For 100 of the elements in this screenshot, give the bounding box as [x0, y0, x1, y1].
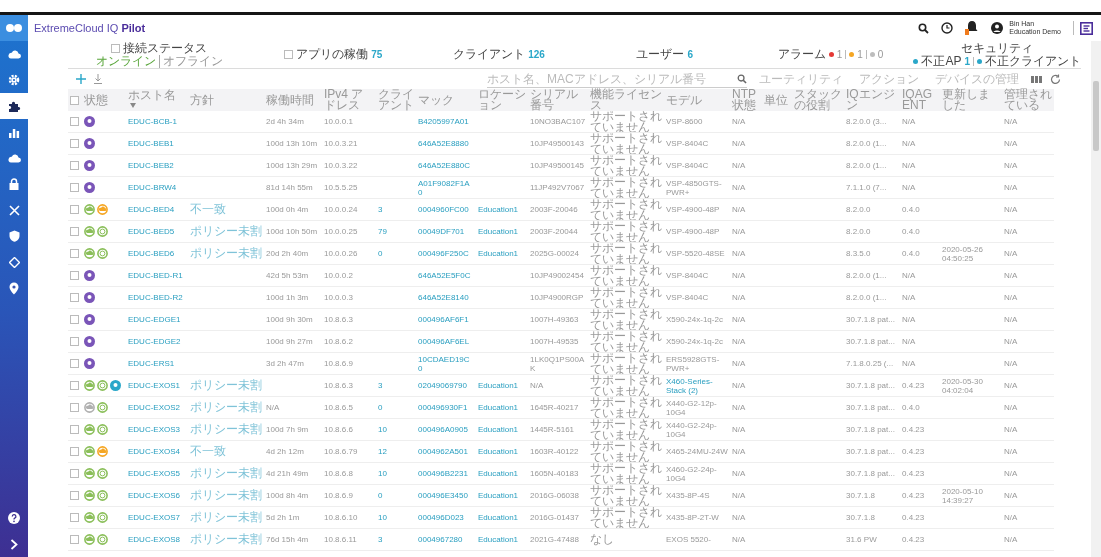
host-name-link[interactable]: EDUC-BRW4: [128, 183, 177, 192]
host-name-link[interactable]: EDUC-EXOS7: [128, 513, 180, 522]
row-checkbox[interactable]: [70, 315, 79, 325]
location-link[interactable]: Education1: [478, 447, 519, 456]
client-count-link[interactable]: 12: [378, 447, 387, 456]
row-checkbox[interactable]: [70, 447, 79, 457]
mac-address-link[interactable]: 02049069790: [418, 381, 467, 390]
client-count-link[interactable]: 3: [378, 381, 383, 390]
client-count-link[interactable]: 10: [378, 513, 387, 522]
column-header[interactable]: 方針: [190, 94, 214, 106]
column-header[interactable]: シリアル番号: [530, 89, 586, 111]
host-name-link[interactable]: EDUC-BED-R1: [128, 271, 183, 280]
host-name-link[interactable]: EDUC-EDGE1: [128, 315, 181, 324]
mac-address-link[interactable]: 00049DF701: [418, 227, 465, 236]
column-header[interactable]: スタックの役割: [794, 89, 842, 111]
mac-address-link[interactable]: 646A52E8880: [418, 139, 469, 148]
search-icon[interactable]: [918, 22, 930, 34]
row-checkbox[interactable]: [70, 117, 79, 127]
search-field[interactable]: ホスト名、MACアドレス、シリアル番号: [487, 70, 747, 88]
refresh-icon[interactable]: [1050, 73, 1061, 85]
location-link[interactable]: Education1: [478, 227, 519, 236]
mac-address-link[interactable]: 646A52E5F0C: [418, 271, 471, 280]
client-count-link[interactable]: 3: [378, 205, 383, 214]
security-count[interactable]: 1: [964, 55, 970, 67]
user-count[interactable]: 6: [687, 49, 694, 60]
row-checkbox[interactable]: [70, 513, 79, 523]
mac-address-link[interactable]: 000496D023: [418, 513, 464, 522]
host-name-link[interactable]: EDUC-EXOS5: [128, 469, 180, 478]
mac-address-link[interactable]: 646A52E880C: [418, 161, 471, 170]
row-checkbox[interactable]: [70, 381, 79, 391]
app-count[interactable]: 75: [371, 49, 383, 60]
sort-icon[interactable]: [130, 103, 136, 109]
column-header[interactable]: 管理されている: [1004, 89, 1052, 111]
host-name-link[interactable]: EDUC-EXOS2: [128, 403, 180, 412]
row-checkbox[interactable]: [70, 249, 79, 259]
mac-address-link[interactable]: 000496B2231: [418, 469, 468, 478]
client-count-link[interactable]: 10: [378, 469, 387, 478]
host-name-link[interactable]: EDUC-BED4: [128, 205, 175, 214]
mac-address-link[interactable]: B4205997A01: [418, 117, 469, 126]
client-count-link[interactable]: 10: [378, 425, 387, 434]
column-header[interactable]: ロケーション: [478, 89, 526, 111]
row-checkbox[interactable]: [70, 425, 79, 435]
mac-address-link[interactable]: 000496E3450: [418, 491, 468, 500]
column-header[interactable]: クライアント: [378, 89, 414, 111]
row-checkbox[interactable]: [70, 161, 79, 171]
client-count-link[interactable]: 0: [378, 403, 383, 412]
mac-address-link[interactable]: A01F9082F1A0: [418, 178, 474, 197]
host-name-link[interactable]: EDUC-BCB-1: [128, 117, 177, 126]
row-checkbox[interactable]: [70, 469, 79, 479]
column-header[interactable]: NTP状態: [732, 89, 760, 111]
filter-checkbox[interactable]: [111, 43, 121, 53]
mac-address-link[interactable]: 10CDAED19C0: [418, 354, 474, 373]
filter-checkbox[interactable]: [284, 50, 294, 59]
columns-icon[interactable]: [1031, 74, 1042, 84]
scrollbar[interactable]: [1091, 41, 1101, 557]
column-header[interactable]: 更新しました: [942, 89, 1000, 111]
dropdown-menu[interactable]: アクション: [855, 70, 923, 88]
location-link[interactable]: Education1: [478, 381, 519, 390]
mac-address-link[interactable]: 0004960FC00: [418, 205, 469, 214]
mac-address-link[interactable]: 000496F250C: [418, 249, 469, 258]
location-link[interactable]: Education1: [478, 535, 519, 544]
offline-link[interactable]: オフライン: [162, 54, 223, 68]
row-checkbox[interactable]: [70, 491, 79, 501]
mac-address-link[interactable]: 000496AF6F1: [418, 315, 469, 324]
column-header[interactable]: IPv4 アドレス: [324, 89, 374, 111]
select-all-checkbox[interactable]: [70, 95, 79, 105]
host-name-link[interactable]: EDUC-BED-R2: [128, 293, 183, 302]
mac-address-link[interactable]: 000496AF6EL: [418, 337, 470, 346]
client-count[interactable]: 126: [528, 49, 545, 60]
row-checkbox[interactable]: [70, 139, 79, 149]
location-link[interactable]: Education1: [478, 469, 519, 478]
client-count-link[interactable]: 0: [378, 249, 383, 258]
row-checkbox[interactable]: [70, 205, 79, 215]
location-link[interactable]: Education1: [478, 249, 519, 258]
location-link[interactable]: Education1: [478, 513, 519, 522]
row-checkbox[interactable]: [70, 227, 79, 237]
client-count-link[interactable]: 79: [378, 227, 387, 236]
row-checkbox[interactable]: [70, 403, 79, 413]
host-name-link[interactable]: EDUC-ERS1: [128, 359, 175, 368]
mac-address-link[interactable]: 646A52E8140: [418, 293, 469, 302]
client-count-link[interactable]: 0: [378, 491, 383, 500]
client-count-link[interactable]: 3: [378, 535, 383, 544]
column-header[interactable]: 機能ライセンス: [590, 89, 662, 111]
alarm-count[interactable]: 1: [857, 49, 863, 60]
host-name-link[interactable]: EDUC-BEB2: [128, 161, 174, 170]
host-name-link[interactable]: EDUC-BED6: [128, 249, 175, 258]
row-checkbox[interactable]: [70, 183, 79, 193]
host-name-link[interactable]: EDUC-EXOS4: [128, 447, 180, 456]
download-icon[interactable]: [94, 74, 102, 84]
location-link[interactable]: Education1: [478, 403, 519, 412]
host-name-link[interactable]: EDUC-BED5: [128, 227, 175, 236]
host-name-link[interactable]: EDUC-EXOS6: [128, 491, 180, 500]
dropdown-menu[interactable]: ユーティリティ: [755, 70, 847, 88]
security-link[interactable]: 不正クライアント: [985, 54, 1081, 68]
row-checkbox[interactable]: [70, 293, 79, 303]
mac-address-link[interactable]: 0004967280: [418, 535, 463, 544]
host-name-link[interactable]: EDUC-EDGE2: [128, 337, 181, 346]
model-link[interactable]: X460-Series-Stack (2): [666, 376, 728, 395]
row-checkbox[interactable]: [70, 337, 79, 347]
host-name-link[interactable]: EDUC-EXOS1: [128, 381, 180, 390]
